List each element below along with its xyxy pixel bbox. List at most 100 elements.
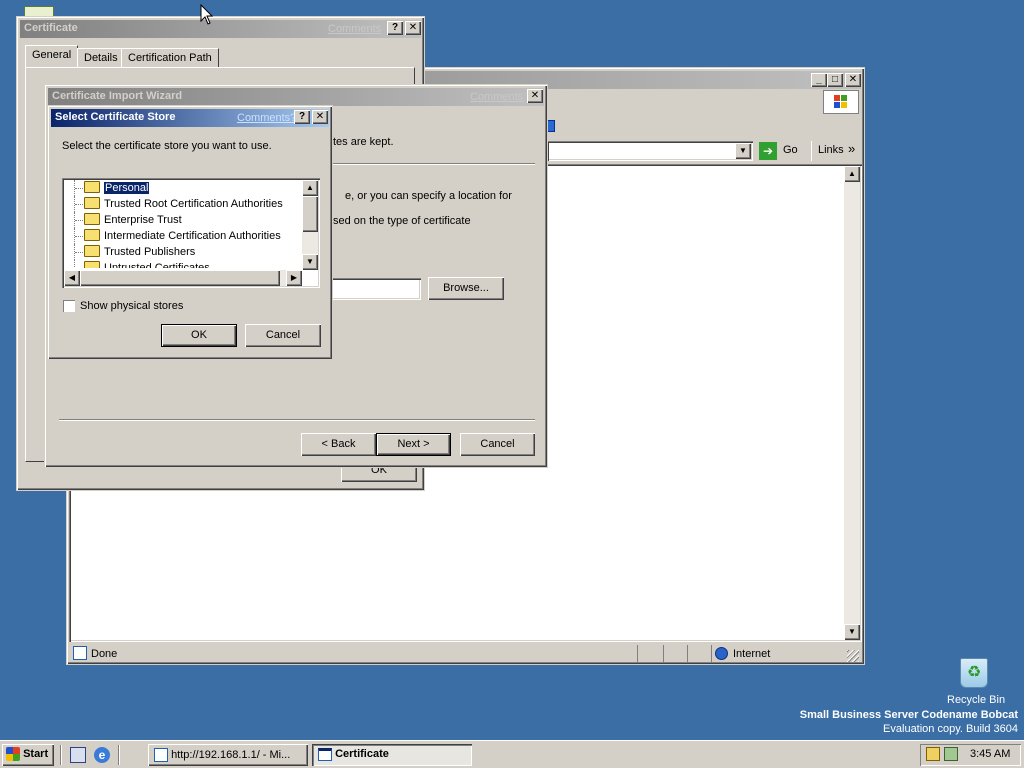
- store-item[interactable]: Enterprise Trust: [64, 212, 302, 228]
- quicklaunch-desktop-icon[interactable]: [70, 747, 86, 763]
- go-button[interactable]: ➔ Go: [759, 141, 809, 161]
- wizard-comments-link[interactable]: Comments: [470, 91, 523, 103]
- folder-icon: [84, 245, 100, 257]
- quicklaunch-ie-icon[interactable]: e: [94, 747, 110, 763]
- store-item-label: Untrusted Certificates: [104, 262, 210, 268]
- store-cancel-button[interactable]: Cancel: [245, 324, 321, 347]
- chevron-right-icon: »: [848, 141, 856, 156]
- folder-icon: [84, 213, 100, 225]
- store-item[interactable]: Untrusted Certificates: [64, 260, 302, 268]
- store-cancel-label: Cancel: [265, 329, 301, 341]
- wizard-text-3: sed on the type of certificate: [333, 215, 471, 227]
- next-button[interactable]: Next >: [376, 433, 451, 456]
- tree-connector: [74, 228, 84, 244]
- task-ie-label: http://192.168.1.1/ - Mi...: [171, 749, 291, 761]
- back-button[interactable]: < Back: [301, 433, 376, 456]
- start-label: Start: [23, 748, 49, 760]
- tree-scroll-left-button[interactable]: ◀: [64, 270, 80, 286]
- task-certificate-button[interactable]: Certificate: [312, 744, 472, 766]
- certificate-comments-link[interactable]: Comments: [328, 23, 381, 35]
- wizard-text-1: tes are kept.: [333, 136, 394, 148]
- browse-button[interactable]: Browse...: [428, 277, 504, 300]
- recycle-bin[interactable]: ♻ Recycle Bin: [944, 656, 1008, 708]
- minimize-button[interactable]: _: [811, 73, 827, 87]
- show-physical-label[interactable]: Show physical stores: [80, 300, 183, 312]
- tab-general-label: General: [32, 49, 72, 61]
- scroll-up-button[interactable]: ▲: [844, 166, 860, 182]
- wizard-cancel-label: Cancel: [480, 438, 515, 450]
- page-scrollbar[interactable]: [844, 166, 860, 640]
- tree-connector: [74, 212, 84, 228]
- tree-scroll-down-button[interactable]: ▼: [302, 254, 318, 270]
- folder-icon: [84, 261, 100, 268]
- taskbar-separator: [60, 745, 62, 765]
- recycle-bin-icon: ♻: [960, 658, 988, 688]
- task-certificate-label: Certificate: [335, 748, 389, 760]
- go-label: Go: [783, 144, 798, 156]
- os-edition-text: Small Business Server Codename Bobcat: [799, 709, 1018, 721]
- links-label: Links: [818, 144, 844, 156]
- go-arrow-icon: ➔: [759, 142, 777, 160]
- tray-network-icon[interactable]: [926, 747, 940, 761]
- select-store-dialog: Select Certificate Store Comments? ? ✕ S…: [47, 105, 333, 360]
- store-ok-label: OK: [191, 329, 207, 341]
- folder-icon: [84, 229, 100, 241]
- start-button[interactable]: Start: [2, 744, 54, 766]
- wizard-cancel-button[interactable]: Cancel: [460, 433, 535, 456]
- mouse-cursor-icon: [200, 3, 214, 29]
- recycle-bin-label: Recycle Bin: [947, 694, 1006, 706]
- next-label: Next >: [397, 438, 430, 450]
- wizard-title: Certificate Import Wizard: [52, 90, 183, 102]
- store-item-label: Enterprise Trust: [104, 214, 182, 226]
- resize-grip-icon[interactable]: [847, 650, 859, 662]
- wizard-titlebar[interactable]: Certificate Import Wizard Comments: [48, 88, 544, 106]
- help-button[interactable]: ?: [387, 21, 403, 35]
- tab-certification-path[interactable]: Certification Path: [121, 48, 219, 68]
- address-input[interactable]: [547, 141, 753, 161]
- status-text: Done: [91, 648, 118, 660]
- close-button[interactable]: ✕: [405, 21, 421, 35]
- file-path-input[interactable]: [327, 278, 421, 300]
- wizard-text-2: e, or you can specify a location for: [345, 190, 512, 202]
- page-icon: [73, 646, 87, 660]
- address-dropdown-button[interactable]: ▼: [735, 143, 751, 159]
- taskbar-separator: [118, 745, 120, 765]
- tray-server-icon[interactable]: [944, 747, 958, 761]
- store-item[interactable]: Trusted Publishers: [64, 244, 302, 260]
- store-comments-link[interactable]: Comments?: [237, 112, 296, 124]
- tree-scroll-hthumb[interactable]: [80, 270, 280, 286]
- windows-logo-icon: [823, 90, 859, 114]
- tab-details[interactable]: Details: [77, 48, 125, 68]
- scroll-down-button[interactable]: ▼: [844, 624, 860, 640]
- close-button[interactable]: ✕: [312, 110, 328, 124]
- globe-icon: [715, 647, 728, 660]
- close-button[interactable]: ✕: [845, 73, 861, 87]
- close-button[interactable]: ✕: [527, 89, 543, 103]
- store-item-label: Intermediate Certification Authorities: [104, 230, 281, 242]
- tree-scroll-right-button[interactable]: ▶: [286, 270, 302, 286]
- store-item-label: Trusted Root Certification Authorities: [104, 198, 283, 210]
- store-titlebar[interactable]: Select Certificate Store Comments?: [51, 109, 329, 127]
- tree-connector: [74, 244, 84, 260]
- links-button[interactable]: Links »: [811, 141, 861, 161]
- browse-label: Browse...: [443, 282, 489, 294]
- tab-details-label: Details: [84, 52, 118, 64]
- tree-scroll-thumb[interactable]: [302, 196, 318, 232]
- store-item-label: Trusted Publishers: [104, 246, 196, 258]
- clock[interactable]: 3:45 AM: [970, 748, 1010, 760]
- tab-general[interactable]: General: [25, 45, 79, 67]
- store-tree[interactable]: Personal Trusted Root Certification Autho…: [62, 178, 320, 288]
- store-item[interactable]: Intermediate Certification Authorities: [64, 228, 302, 244]
- certificate-titlebar[interactable]: Certificate Comments: [20, 20, 421, 38]
- show-physical-checkbox[interactable]: [63, 300, 75, 312]
- help-button[interactable]: ?: [294, 110, 310, 124]
- tab-certification-path-label: Certification Path: [128, 52, 212, 64]
- maximize-button[interactable]: □: [827, 73, 843, 87]
- task-ie-button[interactable]: http://192.168.1.1/ - Mi...: [148, 744, 308, 766]
- certificate-title: Certificate: [24, 22, 78, 34]
- store-ok-button[interactable]: OK: [161, 324, 237, 347]
- store-item[interactable]: Personal: [64, 180, 302, 196]
- store-item[interactable]: Trusted Root Certification Authorities: [64, 196, 302, 212]
- folder-icon: [84, 181, 100, 193]
- tree-scroll-up-button[interactable]: ▲: [302, 180, 318, 196]
